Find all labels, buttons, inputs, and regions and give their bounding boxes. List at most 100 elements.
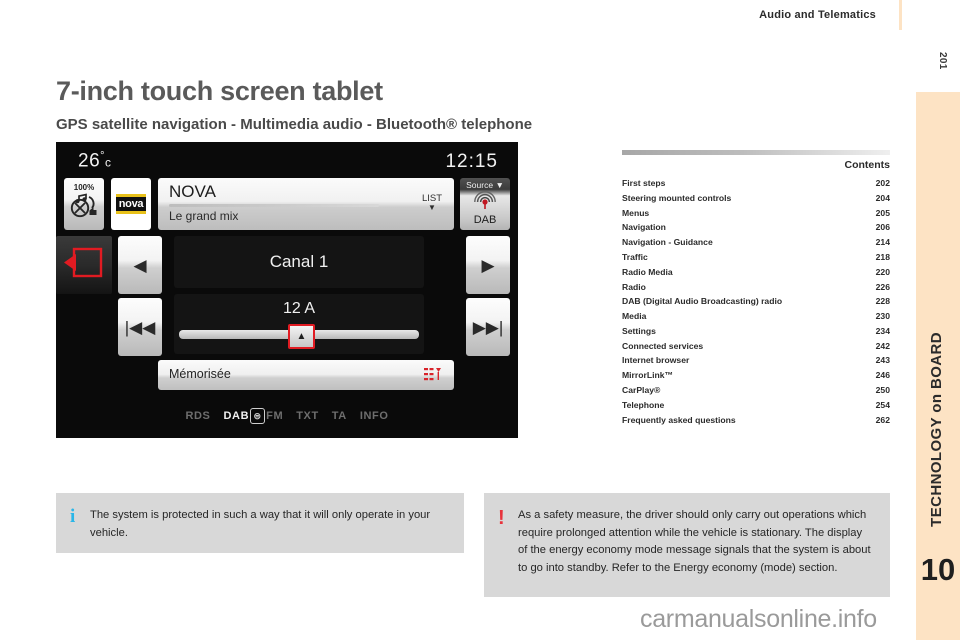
radio-text: Le grand mix <box>169 209 239 223</box>
warning-icon: ! <box>498 507 505 529</box>
skip-back-icon: |◀◀ <box>124 317 156 337</box>
chevron-down-icon: ▼ <box>428 202 436 212</box>
right-arrow-icon: ▶ <box>481 255 495 275</box>
contents-entry-title: Media <box>622 311 647 322</box>
source-label: Source ▼ <box>466 180 504 190</box>
frequency-cursor[interactable]: ▲ <box>288 324 315 349</box>
temperature-display: 26°c <box>78 150 112 172</box>
back-arrow-icon <box>64 246 104 285</box>
contents-row[interactable]: Steering mounted controls 204 <box>622 191 890 206</box>
contents-row[interactable]: Navigation - Guidance 214 <box>622 235 890 250</box>
status-txt[interactable]: TXT <box>296 410 319 422</box>
contents-entry-title: DAB (Digital Audio Broadcasting) radio <box>622 296 783 307</box>
contents-row[interactable]: Traffic 218 <box>622 250 890 265</box>
volume-percent-label: 100% <box>73 183 95 192</box>
contents-row[interactable]: Menus 205 <box>622 206 890 221</box>
memorised-bar[interactable]: Mémorisée <box>158 360 454 390</box>
memorised-label: Mémorisée <box>169 367 231 381</box>
contents-entry-title: CarPlay® <box>622 385 661 396</box>
running-head: Audio and Telematics <box>759 9 876 21</box>
chevron-down-icon: ▼ <box>495 180 504 190</box>
channel-display[interactable]: Canal 1 <box>174 236 424 288</box>
contents-row[interactable]: Settings 234 <box>622 324 890 339</box>
contents-row[interactable]: First steps 202 <box>622 176 890 191</box>
radio-status-bar: RDS DAB ⊜ FM TXT TA INFO <box>56 408 518 424</box>
contents-entry-page: 262 <box>875 414 890 425</box>
contents-heading: Contents <box>844 159 891 171</box>
temperature-value: 26 <box>78 150 101 172</box>
contents-entry-page: 250 <box>875 385 890 396</box>
contents-block: Contents First steps 202 Steering mounted … <box>622 150 890 427</box>
contents-row[interactable]: Internet browser 243 <box>622 353 890 368</box>
next-station-button[interactable]: ▶ <box>466 236 510 294</box>
back-button[interactable] <box>56 236 112 294</box>
contents-entry-page: 204 <box>875 192 890 203</box>
contents-entry-page: 218 <box>875 252 890 262</box>
contents-entry-page: 220 <box>875 266 890 277</box>
mute-music-icon <box>69 193 99 224</box>
station-logo-text: nova <box>115 194 147 214</box>
now-playing-panel[interactable]: NOVA Le grand mix LIST ▼ <box>158 178 454 230</box>
page-subtitle: GPS satellite navigation - Multimedia au… <box>56 116 533 134</box>
contents-row[interactable]: CarPlay® 250 <box>622 383 890 398</box>
contents-entry-page: 206 <box>875 222 890 233</box>
watermark: carmanualsonline.info <box>640 605 877 633</box>
contents-entry-page: 242 <box>875 340 890 351</box>
ensemble-panel[interactable]: 12 A ▲ <box>174 294 424 354</box>
contents-entry-page: 246 <box>875 370 890 381</box>
status-dab-fm[interactable]: DAB ⊜ FM <box>223 408 283 424</box>
skip-forward-button[interactable]: ▶▶| <box>466 298 510 356</box>
previous-station-button[interactable]: ◀ <box>118 236 162 294</box>
clock-display: 12:15 <box>445 151 498 172</box>
contents-entry-title: Frequently asked questions <box>622 414 736 425</box>
contents-entry-title: Menus <box>622 207 650 218</box>
status-info[interactable]: INFO <box>360 410 389 422</box>
contents-row[interactable]: Radio 226 <box>622 279 890 294</box>
page-number-vertical: 201 <box>937 52 948 70</box>
page-title: 7-inch touch screen tablet <box>56 76 383 107</box>
contents-entry-title: Navigation - Guidance <box>622 237 713 248</box>
presets-icon <box>424 367 442 382</box>
warning-note: ! As a safety measure, the driver should… <box>484 493 890 597</box>
contents-entry-title: Steering mounted controls <box>622 192 732 203</box>
ensemble-label: 12 A <box>282 300 316 317</box>
contents-rule <box>622 150 890 155</box>
status-fm-label: FM <box>266 410 284 422</box>
contents-row[interactable]: DAB (Digital Audio Broadcasting) radio 22… <box>622 294 890 309</box>
contents-entry-page: 226 <box>875 281 890 292</box>
info-icon: i <box>70 506 76 527</box>
dab-fm-link-icon: ⊜ <box>250 408 266 424</box>
contents-row[interactable]: Connected services 242 <box>622 339 890 354</box>
skip-back-button[interactable]: |◀◀ <box>118 298 162 356</box>
contents-entry-page: 202 <box>875 178 890 189</box>
contents-row[interactable]: Navigation 206 <box>622 220 890 235</box>
touch-screen-tablet-image: 26°c 12:15 100% nova NOVA Le grand mix L… <box>56 142 518 438</box>
chapter-tab: TECHNOLOGY on BOARD 10 <box>916 92 960 640</box>
contents-entry-page: 230 <box>875 311 890 322</box>
list-button[interactable]: LIST ▼ <box>422 194 442 212</box>
contents-row[interactable]: Frequently asked questions 262 <box>622 413 890 428</box>
contents-row[interactable]: Radio Media 220 <box>622 265 890 280</box>
contents-row[interactable]: Telephone 254 <box>622 398 890 413</box>
volume-mute-button[interactable]: 100% <box>64 178 104 230</box>
status-rds[interactable]: RDS <box>185 410 210 422</box>
contents-entry-title: First steps <box>622 178 666 189</box>
contents-row[interactable]: MirrorLink™ 246 <box>622 368 890 383</box>
contents-entry-title: Traffic <box>622 252 648 262</box>
chapter-tab-number: 10 <box>920 552 956 587</box>
status-ta[interactable]: TA <box>332 410 347 422</box>
contents-entry-page: 254 <box>875 399 890 410</box>
station-logo: nova <box>111 178 151 230</box>
contents-entry-title: Navigation <box>622 222 666 233</box>
contents-row[interactable]: Media 230 <box>622 309 890 324</box>
contents-entry-title: MirrorLink™ <box>622 370 674 381</box>
contents-entry-title: Internet browser <box>622 355 690 366</box>
contents-entry-title: Telephone <box>622 399 665 410</box>
left-arrow-icon: ◀ <box>133 255 147 275</box>
source-button[interactable]: Source ▼ DAB <box>460 178 510 230</box>
manual-page: Audio and Telematics 201 TECHNOLOGY on B… <box>0 0 960 640</box>
contents-entry-title: Connected services <box>622 340 704 351</box>
warning-note-text: As a safety measure, the driver should o… <box>518 509 871 575</box>
status-dab-label: DAB <box>223 410 250 422</box>
station-name: NOVA <box>169 182 216 201</box>
